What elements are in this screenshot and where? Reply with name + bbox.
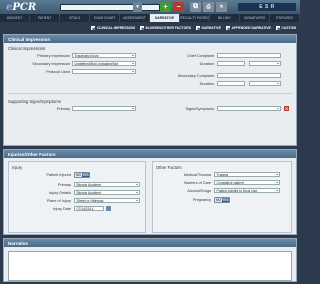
check-icon bbox=[196, 26, 201, 30]
pregnancy-toggle[interactable]: NO YES bbox=[214, 197, 230, 203]
subtab-injuries-other-factors[interactable]: INJURIES/OTHER FACTORS bbox=[139, 26, 192, 30]
tab-specialty-patient[interactable]: SPECIALTY PATIENT bbox=[180, 14, 210, 22]
remove-sign-button[interactable]: ✕ bbox=[284, 106, 289, 111]
tab-incident[interactable]: INCIDENT bbox=[0, 14, 30, 22]
tab-billing[interactable]: BILLING bbox=[210, 14, 240, 22]
check-icon bbox=[91, 26, 96, 30]
subtab-label: CLINICAL IMPRESSION bbox=[96, 26, 135, 30]
check-icon bbox=[275, 26, 280, 30]
field-label: Secondary Complaint bbox=[177, 74, 214, 78]
group-title: Clinical Impressions bbox=[8, 46, 46, 51]
field-label: Secondary Impression bbox=[32, 62, 70, 66]
injuries-panel: Injuries/Other Factors Injury Patient In… bbox=[3, 149, 297, 235]
brand-logo: E S R bbox=[238, 3, 296, 11]
record-dropdown-button[interactable]: ▾ bbox=[133, 2, 142, 12]
group-title: Other Factors bbox=[156, 165, 182, 170]
field-label: Alcohol/Drugs bbox=[187, 189, 211, 193]
signs-symptoms-select[interactable] bbox=[217, 106, 281, 111]
patient-injured-toggle[interactable]: NO YES bbox=[74, 172, 90, 178]
close-button[interactable]: ✕ bbox=[216, 2, 227, 12]
subtab-label: INJURIES/OTHER FACTORS bbox=[145, 26, 192, 30]
field-label: Duration bbox=[199, 82, 214, 86]
copy-button[interactable]: ⧉ bbox=[190, 2, 201, 12]
print-button[interactable]: ⎙ bbox=[203, 2, 214, 12]
field-label: Primary bbox=[57, 183, 71, 187]
tab-assessment[interactable]: ASSESSMENT bbox=[120, 14, 150, 22]
record-selector[interactable] bbox=[60, 3, 160, 11]
check-icon bbox=[139, 26, 144, 30]
no-option[interactable]: NO bbox=[75, 173, 82, 177]
field-label: Chief Complaint bbox=[186, 54, 214, 58]
duration-unit-select[interactable] bbox=[249, 61, 281, 66]
narrative-subtabs: CLINICAL IMPRESSION INJURIES/OTHER FACTOR… bbox=[0, 22, 300, 34]
field-label: Medical/Trauma bbox=[183, 173, 211, 177]
field-label: Protocol Used bbox=[46, 70, 70, 74]
place-of-injury-select[interactable]: Street or Highway bbox=[74, 198, 140, 203]
narrative-panel: Narrative bbox=[3, 238, 297, 282]
subtab-custom[interactable]: CUSTOM bbox=[275, 26, 296, 30]
injury-date-input[interactable]: 07/14/2014 bbox=[74, 206, 104, 211]
panel-header: Injuries/Other Factors bbox=[4, 150, 296, 158]
primary-impression-select[interactable]: Traumatic Injury bbox=[72, 53, 136, 58]
field-label: Signs/Symptoms bbox=[185, 107, 215, 111]
field-label: Place of Injury bbox=[46, 199, 71, 203]
injury-details-select[interactable]: Bicycle Accident bbox=[74, 190, 140, 195]
supporting-primary-select[interactable] bbox=[72, 106, 136, 111]
yes-option[interactable]: YES bbox=[222, 198, 229, 202]
field-label: Primary Impression bbox=[37, 54, 70, 58]
group-title: Injury bbox=[12, 165, 23, 170]
injury-box: Injury Patient Injured NO YES Primary Bic… bbox=[8, 161, 146, 233]
tab-narrative[interactable]: NARRATIVE bbox=[150, 14, 180, 22]
field-label: Patient Injured bbox=[46, 173, 72, 177]
subtab-label: NARRATIVE bbox=[201, 26, 222, 30]
duration-2-unit-select[interactable] bbox=[249, 81, 281, 86]
main-tabs: INCIDENT PATIENT VITALS EXAM CHART ASSESSMEN… bbox=[0, 14, 300, 22]
group-title: Supporting Signs/Symptoms bbox=[8, 99, 61, 104]
yes-option[interactable]: YES bbox=[82, 173, 89, 177]
field-label: Primary bbox=[56, 107, 70, 111]
panel-header: Clinical Impression bbox=[4, 35, 296, 43]
subtab-clinical-impression[interactable]: CLINICAL IMPRESSION bbox=[91, 26, 135, 30]
alcohol-drugs-select[interactable]: Patient Admits to Drug Use bbox=[214, 188, 280, 193]
subtab-narrative[interactable]: NARRATIVE bbox=[196, 26, 221, 30]
clinical-impression-panel: Clinical Impression Clinical Impressions… bbox=[3, 34, 297, 146]
panel-header: Narrative bbox=[4, 239, 296, 247]
medical-trauma-select[interactable]: Trauma bbox=[214, 172, 280, 177]
calendar-icon[interactable] bbox=[106, 206, 111, 211]
secondary-complaint-input[interactable] bbox=[217, 73, 281, 78]
tab-signatures[interactable]: SIGNATURES bbox=[240, 14, 270, 22]
field-label: Duration bbox=[199, 62, 214, 66]
check-icon bbox=[226, 26, 231, 30]
tab-exam-chart[interactable]: EXAM CHART bbox=[90, 14, 120, 22]
subtab-appended-narrative[interactable]: APPENDED NARRATIVE bbox=[226, 26, 271, 30]
duration-2-input[interactable] bbox=[217, 81, 245, 86]
field-label: Pregnancy bbox=[192, 198, 211, 202]
other-factors-box: Other Factors Medical/Trauma Trauma Barr… bbox=[152, 161, 292, 233]
divider bbox=[8, 93, 292, 94]
tab-statuses[interactable]: STATUSES bbox=[270, 14, 300, 22]
field-label: Barriers of Care bbox=[184, 181, 211, 185]
protocol-used-select[interactable] bbox=[72, 69, 136, 74]
chief-complaint-input[interactable] bbox=[217, 53, 281, 58]
field-label: Injury Date bbox=[52, 207, 71, 211]
tab-vitals[interactable]: VITALS bbox=[60, 14, 90, 22]
title-bar: ePCR ▾ + − ⧉ ⎙ ✕ E S R bbox=[0, 0, 300, 14]
field-label: Injury Details bbox=[49, 191, 71, 195]
narrative-textarea[interactable] bbox=[8, 251, 292, 281]
barriers-of-care-select[interactable]: Combative patient bbox=[214, 180, 280, 185]
duration-input[interactable] bbox=[217, 61, 245, 66]
subtab-label: APPENDED NARRATIVE bbox=[231, 26, 271, 30]
subtab-label: CUSTOM bbox=[281, 26, 296, 30]
tab-patient[interactable]: PATIENT bbox=[30, 14, 60, 22]
remove-button[interactable]: − bbox=[173, 2, 184, 12]
no-option[interactable]: NO bbox=[215, 198, 222, 202]
secondary-impression-select[interactable]: Undefined/Non-Indicated/Not bbox=[72, 61, 136, 66]
injury-primary-select[interactable]: Bicycle Accident bbox=[74, 182, 140, 187]
add-button[interactable]: + bbox=[160, 2, 171, 12]
app-logo: ePCR bbox=[6, 1, 37, 13]
